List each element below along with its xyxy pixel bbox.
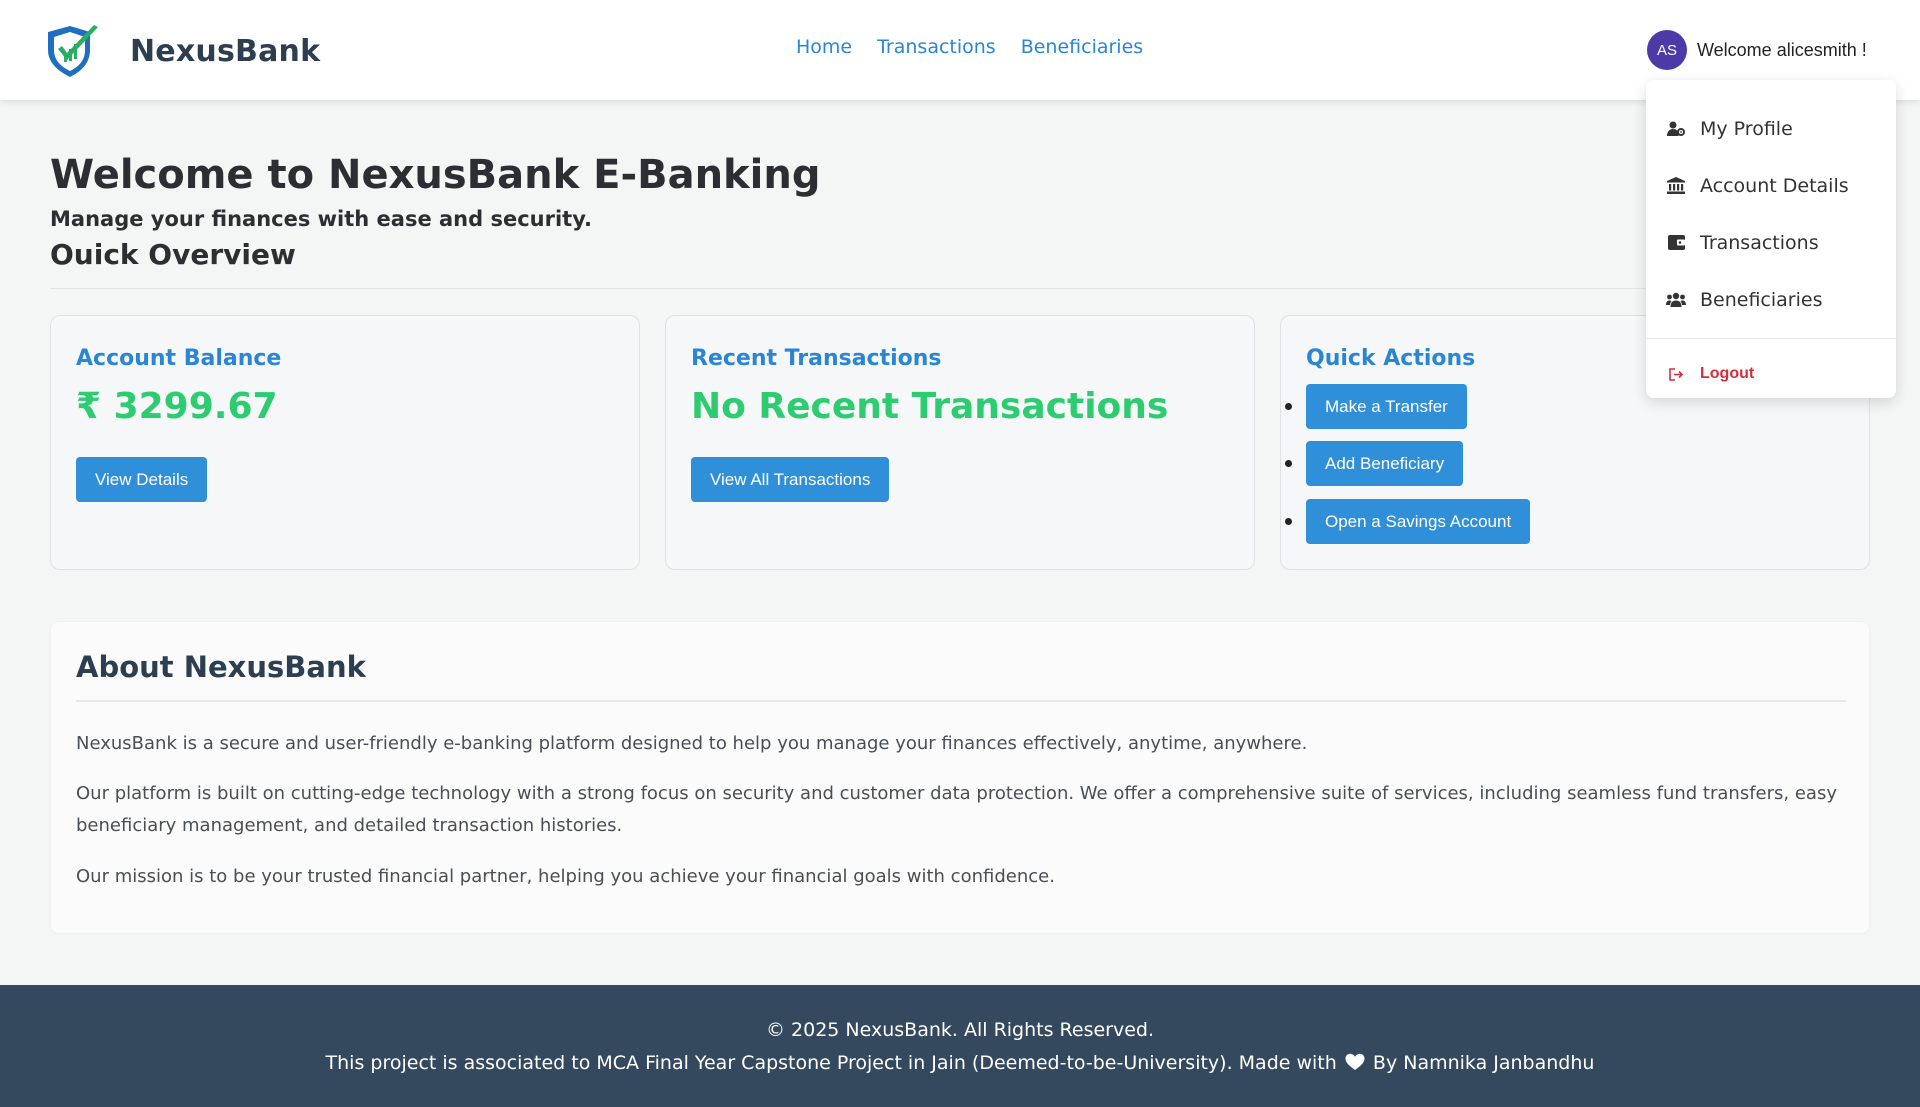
card-title: Recent Transactions	[691, 346, 942, 371]
main-nav: Home Transactions Beneficiaries	[796, 36, 1143, 58]
make-transfer-button[interactable]: Make a Transfer	[1306, 384, 1467, 429]
brand[interactable]: NexusBank	[40, 22, 320, 80]
menu-divider	[1646, 338, 1896, 339]
about-divider	[76, 700, 1846, 702]
view-all-transactions-button[interactable]: View All Transactions	[691, 457, 890, 502]
page-subtitle: Manage your finances with ease and secur…	[50, 207, 592, 231]
menu-item-beneficiaries[interactable]: Beneficiaries	[1646, 271, 1896, 328]
bank-icon	[1666, 177, 1686, 195]
add-beneficiary-button[interactable]: Add Beneficiary	[1306, 441, 1464, 486]
footer-author: By Namnika Janbandhu	[1372, 1052, 1595, 1074]
account-balance-card: Account Balance ₹ 3299.67 View Details	[50, 315, 640, 570]
footer-credit-text: This project is associated to MCA Final …	[325, 1052, 1337, 1074]
view-details-button[interactable]: View Details	[76, 457, 208, 502]
open-savings-account-button[interactable]: Open a Savings Account	[1306, 499, 1531, 544]
wallet-icon	[1666, 234, 1686, 252]
nav-link-beneficiaries[interactable]: Beneficiaries	[1021, 36, 1143, 58]
welcome-text[interactable]: Welcome alicesmith !	[1697, 40, 1867, 61]
menu-item-label: Transactions	[1700, 231, 1819, 254]
menu-item-my-profile[interactable]: My Profile	[1646, 100, 1896, 157]
user-menu-toggle[interactable]: AS Welcome alicesmith !	[1647, 30, 1867, 70]
menu-item-label: My Profile	[1700, 117, 1793, 140]
brand-name: NexusBank	[130, 33, 321, 69]
avatar[interactable]: AS	[1647, 30, 1687, 70]
recent-transactions-status: No Recent Transactions	[691, 386, 1169, 427]
menu-item-account-details[interactable]: Account Details	[1646, 157, 1896, 214]
logout-label: Logout	[1700, 365, 1755, 382]
list-bullet	[1285, 518, 1292, 525]
shield-check-logo	[48, 25, 98, 77]
nav-link-home[interactable]: Home	[796, 36, 852, 58]
about-paragraph: Our platform is built on cutting-edge te…	[76, 783, 1837, 836]
menu-item-logout[interactable]: Logout	[1646, 349, 1896, 399]
overview-divider	[50, 288, 1870, 289]
list-bullet	[1285, 460, 1292, 467]
nav-link-transactions[interactable]: Transactions	[877, 36, 996, 58]
heart-icon	[1345, 1053, 1365, 1070]
menu-item-transactions[interactable]: Transactions	[1646, 214, 1896, 271]
about-paragraph: Our mission is to be your trusted financ…	[76, 866, 1055, 887]
footer-copyright: © 2025 NexusBank. All Rights Reserved.	[765, 1019, 1155, 1041]
balance-value: ₹ 3299.67	[76, 386, 278, 427]
users-icon	[1666, 291, 1686, 309]
logout-icon	[1666, 365, 1686, 383]
about-paragraph: NexusBank is a secure and user-friendly …	[76, 733, 1308, 754]
about-section: About NexusBank NexusBank is a secure an…	[50, 621, 1870, 934]
page-title: Welcome to NexusBank E-Banking	[50, 152, 821, 198]
footer-credit: This project is associated to MCA Final …	[0, 1052, 1920, 1074]
card-title: Account Balance	[76, 346, 282, 371]
card-title: Quick Actions	[1306, 346, 1476, 371]
menu-item-label: Beneficiaries	[1700, 288, 1823, 311]
about-title: About NexusBank	[76, 650, 366, 684]
user-gear-icon	[1666, 120, 1686, 138]
top-navbar: NexusBank Home Transactions Beneficiarie…	[0, 0, 1920, 100]
user-dropdown-menu: My Profile Account Details Transactions	[1646, 80, 1896, 398]
recent-transactions-card: Recent Transactions No Recent Transactio…	[665, 315, 1255, 570]
list-bullet	[1285, 403, 1292, 410]
overview-heading: Ouick Overview	[50, 238, 296, 271]
footer: © 2025 NexusBank. All Rights Reserved. T…	[0, 985, 1920, 1107]
menu-item-label: Account Details	[1700, 174, 1849, 197]
